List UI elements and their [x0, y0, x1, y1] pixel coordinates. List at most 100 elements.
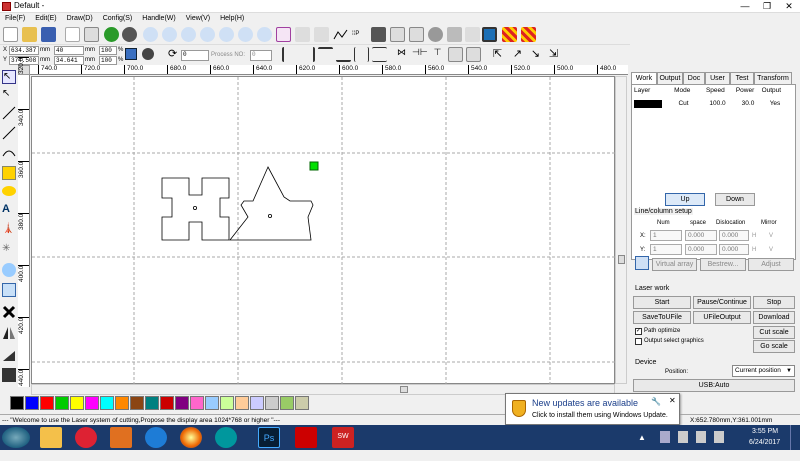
ie-taskbar-icon[interactable]: [145, 427, 167, 448]
tray-expand-icon[interactable]: ▲: [638, 433, 646, 442]
x-space-field[interactable]: 0.000: [685, 230, 717, 241]
notification-pin-icon[interactable]: 🔧: [651, 397, 661, 406]
stop-button[interactable]: Stop: [753, 296, 795, 309]
save-to-ufile-button[interactable]: SaveToUFile: [633, 311, 691, 324]
color-swatch[interactable]: [70, 396, 84, 410]
color-swatch[interactable]: [160, 396, 174, 410]
zoom-fit-icon[interactable]: [238, 27, 253, 42]
notification-close-icon[interactable]: ✕: [669, 396, 676, 405]
tray-flag-icon[interactable]: [678, 431, 688, 443]
open-folder-icon[interactable]: [22, 27, 37, 42]
import-icon[interactable]: [65, 27, 80, 42]
color-swatch[interactable]: [145, 396, 159, 410]
photoshop-taskbar-icon[interactable]: Ps: [258, 427, 280, 448]
close-button[interactable]: ✕: [778, 0, 800, 12]
mirror-icon[interactable]: [142, 48, 154, 60]
minimize-button[interactable]: —: [734, 0, 756, 12]
clock-time[interactable]: 3:55 PM: [752, 428, 778, 435]
position-select[interactable]: Current position ▼: [732, 365, 795, 377]
cut-icon[interactable]: [465, 27, 480, 42]
laser-origin-marker[interactable]: [309, 161, 319, 171]
clock-date[interactable]: 6/24/2017: [749, 439, 780, 446]
x-position-field[interactable]: 634.387: [9, 46, 39, 55]
mirror-v-tool-icon[interactable]: [2, 348, 16, 362]
color-swatch[interactable]: [10, 396, 24, 410]
color-swatch[interactable]: [280, 396, 294, 410]
line-tool-icon[interactable]: [2, 106, 16, 120]
x-mirror-h[interactable]: H: [752, 232, 756, 241]
new-file-icon[interactable]: [3, 27, 18, 42]
menu-draw[interactable]: Draw(D): [62, 13, 98, 25]
rotate-icon[interactable]: ⟳: [168, 47, 177, 61]
pause-continue-button[interactable]: Pause/Continue: [693, 296, 751, 309]
arrow-bottomright-icon[interactable]: ⇲: [546, 47, 561, 62]
node-edit-icon[interactable]: [314, 27, 329, 42]
color-swatch[interactable]: [100, 396, 114, 410]
y-space-field[interactable]: 0.000: [685, 244, 717, 255]
weld-icon[interactable]: [428, 27, 443, 42]
download-button[interactable]: Download: [753, 311, 795, 324]
align-vcenter-icon[interactable]: [372, 47, 387, 62]
color-swatch[interactable]: [25, 396, 39, 410]
rotate-angle-field[interactable]: 0: [181, 50, 209, 61]
ufile-output-button[interactable]: UFileOutput: [693, 311, 751, 324]
offset-icon[interactable]: [390, 27, 405, 42]
drawing-canvas[interactable]: [31, 76, 616, 385]
vertical-scrollbar[interactable]: [615, 76, 627, 384]
output-select-checkbox[interactable]: [635, 338, 642, 345]
color-swatch[interactable]: [55, 396, 69, 410]
tab-transform[interactable]: Transform: [754, 72, 792, 84]
firefox-taskbar-icon[interactable]: [180, 427, 202, 448]
tab-user[interactable]: User: [705, 72, 730, 84]
curve-smooth-icon[interactable]: [333, 27, 348, 42]
array-icon[interactable]: [409, 27, 424, 42]
up-button[interactable]: Up: [665, 193, 705, 206]
array-grid-icon[interactable]: [635, 256, 649, 270]
media-player-taskbar-icon[interactable]: [75, 427, 97, 448]
tray-volume-icon[interactable]: [714, 431, 724, 443]
menu-handle[interactable]: Handle(W): [137, 13, 180, 25]
vertical-scroll-thumb[interactable]: [618, 255, 625, 264]
zoom-selection-icon[interactable]: [219, 27, 234, 42]
bitmap-tool-icon[interactable]: [2, 263, 16, 277]
tray-network-icon[interactable]: [660, 431, 670, 443]
process-no-field[interactable]: 0: [250, 50, 272, 61]
curve-tool-icon[interactable]: [2, 146, 16, 160]
arrow-topright-icon[interactable]: ↗: [510, 47, 525, 62]
cut-scale-button[interactable]: Cut scale: [753, 326, 795, 339]
align-top-icon[interactable]: [318, 47, 333, 62]
color-swatch[interactable]: [250, 396, 264, 410]
width-percent-field[interactable]: 100: [99, 46, 117, 55]
zoom-pan-icon[interactable]: [143, 27, 158, 42]
align-right-icon[interactable]: [300, 47, 315, 62]
start-button-icon[interactable]: [2, 427, 30, 448]
polyline-tool-icon[interactable]: [2, 126, 16, 140]
zoom-out-icon[interactable]: [181, 27, 196, 42]
bitmap-icon[interactable]: ⁞⁞P: [352, 27, 367, 42]
laser-app-taskbar-icon[interactable]: [295, 427, 317, 448]
arrow-topleft-icon[interactable]: ⇱: [490, 47, 505, 62]
bestrew-button[interactable]: Bestrew...: [700, 258, 746, 271]
path-optimize-checkbox[interactable]: ✓: [635, 328, 642, 335]
height-percent-field[interactable]: 100: [99, 56, 117, 65]
explorer-taskbar-icon[interactable]: [40, 427, 62, 448]
color-swatch[interactable]: [115, 396, 129, 410]
distribute-h-icon[interactable]: ⊣⊢: [412, 47, 428, 62]
usb-auto-button[interactable]: USB:Auto: [633, 379, 795, 392]
monitor-icon[interactable]: [482, 27, 497, 42]
zoom-in-icon[interactable]: [162, 27, 177, 42]
cut-shape-triangle[interactable]: [229, 166, 314, 241]
show-desktop-button[interactable]: [790, 425, 800, 450]
arrow-center-icon[interactable]: ↘: [528, 47, 543, 62]
x-dislocation-field[interactable]: 0.000: [719, 230, 749, 241]
start-button[interactable]: Start: [633, 296, 691, 309]
align-hcenter-icon[interactable]: [354, 47, 369, 62]
lock-ratio-icon[interactable]: [125, 48, 137, 60]
menu-edit[interactable]: Edit(E): [30, 13, 61, 25]
video-taskbar-icon[interactable]: [110, 427, 132, 448]
same-height-icon[interactable]: [466, 47, 481, 62]
go-scale-button[interactable]: Go scale: [753, 340, 795, 353]
distribute-v-icon[interactable]: ⊤: [430, 47, 445, 62]
tray-network-icon-2[interactable]: [696, 431, 706, 443]
check-icon[interactable]: [447, 27, 462, 42]
